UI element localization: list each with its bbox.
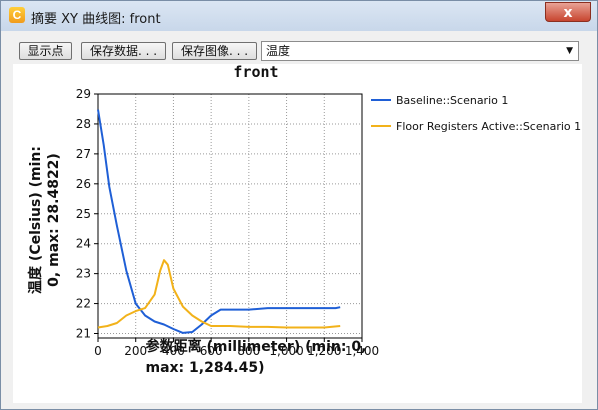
plot-window: C 摘要 XY 曲线图: front x 显示点 保存数据. . . 保存图像.… <box>0 0 598 410</box>
x-axis-label-line1: 参数距离 (millimeter) (min: 0, <box>146 338 367 355</box>
x-axis-label-line2: max: 1,284.45) <box>145 360 264 376</box>
legend: Baseline::Scenario 1Floor Registers Acti… <box>371 94 581 133</box>
close-button[interactable]: x <box>545 2 591 22</box>
series-line-2 <box>97 259 341 329</box>
y-tick-label: 26 <box>76 177 91 191</box>
series-layer <box>97 109 341 334</box>
series-line-1 <box>97 109 341 334</box>
y-tick-label: 29 <box>76 87 91 101</box>
y-tick-label: 22 <box>76 297 91 311</box>
title-bar[interactable]: C 摘要 XY 曲线图: front x <box>1 1 597 31</box>
x-tick-label: 200 <box>124 344 147 358</box>
y-axis-label-line1: 温度 (Celsius) (min: <box>27 146 44 294</box>
app-icon: C <box>9 7 25 23</box>
plot-frame <box>97 93 363 339</box>
variable-select[interactable]: 温度 ▼ <box>261 41 579 61</box>
y-tick-label: 21 <box>76 327 91 341</box>
save-image-button[interactable]: 保存图像. . . <box>172 42 257 60</box>
grid-layer <box>98 94 362 338</box>
plot-area: front 0 200 400 600 800 1,000 1,200 1,400 21 22 23… <box>13 63 582 403</box>
client-area: 显示点 保存数据. . . 保存图像. . . 温度 ▼ front 0 200 4… <box>7 31 591 403</box>
chart-svg: front 0 200 400 600 800 1,000 1,200 1,400212223… <box>27 63 581 376</box>
y-tick-label: 28 <box>76 117 91 131</box>
window-title: 摘要 XY 曲线图: front <box>31 12 161 27</box>
show-points-button[interactable]: 显示点 <box>19 42 72 60</box>
y-tick-label: 24 <box>76 237 91 251</box>
x-tick-label: 0 <box>94 344 102 358</box>
legend-entry: Baseline::Scenario 1 <box>396 94 508 107</box>
chart-title: front <box>233 64 278 81</box>
y-tick-label: 23 <box>76 267 91 281</box>
variable-select-value: 温度 <box>266 44 291 58</box>
chevron-down-icon: ▼ <box>566 46 573 56</box>
legend-entry: Floor Registers Active::Scenario 1 <box>396 120 581 133</box>
y-axis-label-line2: 0, max: 28.4822) <box>46 153 62 287</box>
ticks-layer: 0 200 400 600 800 1,000 1,200 1,400212223242526… <box>76 87 379 358</box>
save-data-button[interactable]: 保存数据. . . <box>81 42 166 60</box>
y-tick-label: 25 <box>76 207 91 221</box>
y-tick-label: 27 <box>76 147 91 161</box>
